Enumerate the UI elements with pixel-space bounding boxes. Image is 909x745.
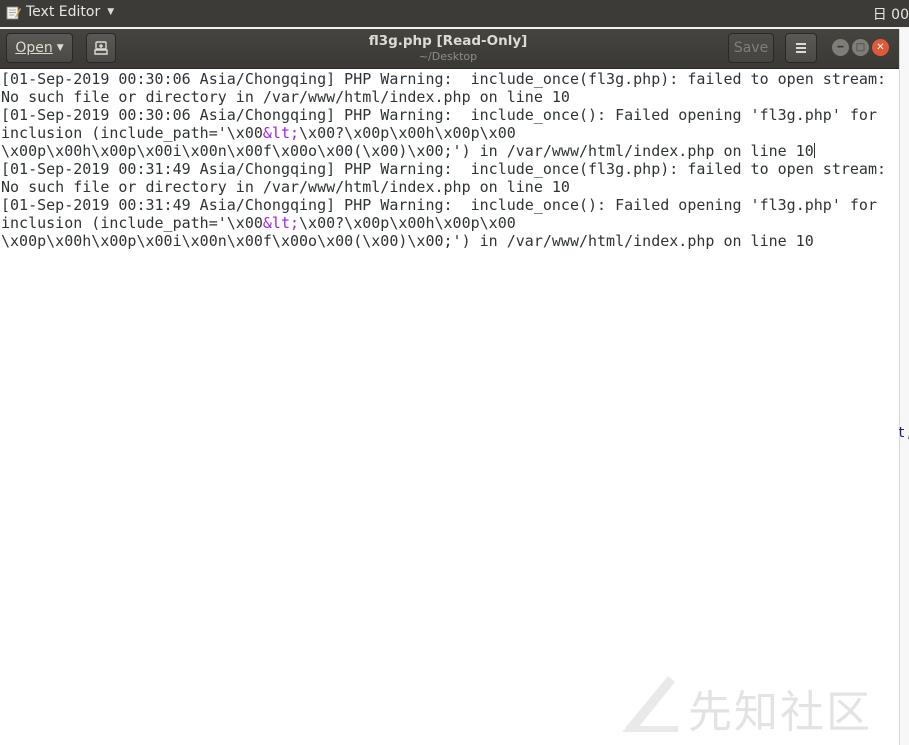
- text-line: \x00p\x00h\x00p\x00i\x00n\x00f\x00o\x00(…: [1, 142, 815, 160]
- background-window-edge: t,: [897, 29, 909, 745]
- watermark-logo-icon: [622, 676, 678, 732]
- clock[interactable]: 日 00: [873, 4, 909, 24]
- editor-text-area[interactable]: [01-Sep-2019 00:30:06 Asia/Chongqing] PH…: [0, 69, 899, 745]
- save-button[interactable]: Save: [728, 33, 774, 63]
- chevron-down-icon: ▼: [107, 7, 115, 17]
- window-title-block: fl3g.php [Read-Only] ~/Desktop: [348, 32, 548, 64]
- open-button[interactable]: Open ▼: [6, 33, 73, 63]
- highlighted-entity: &lt;: [262, 214, 300, 232]
- menu-button[interactable]: [785, 33, 817, 63]
- app-name-label: Text Editor: [26, 4, 101, 20]
- window-title: fl3g.php [Read-Only]: [368, 33, 528, 49]
- text-line: inclusion (include_path='\x00&lt;\x00?\x…: [1, 214, 516, 232]
- text-line: [01-Sep-2019 00:31:49 Asia/Chongqing] PH…: [1, 160, 887, 178]
- text-line: \x00p\x00h\x00p\x00i\x00n\x00f\x00o\x00(…: [1, 232, 814, 250]
- text-line: [01-Sep-2019 00:31:49 Asia/Chongqing] PH…: [1, 196, 877, 214]
- top-panel: Text Editor ▼ 日 00: [0, 0, 909, 27]
- chevron-down-icon: ▼: [56, 43, 64, 53]
- text-editor-app-icon: [6, 6, 21, 19]
- app-menu[interactable]: Text Editor ▼: [6, 4, 114, 20]
- text-segment: inclusion (include_path='\x00: [1, 124, 263, 142]
- header-bar: Open ▼ fl3g.php [Read-Only] ~/Desktop Sa…: [0, 29, 899, 69]
- text-line: No such file or directory in /var/www/ht…: [1, 88, 570, 106]
- maximize-icon[interactable]: □: [852, 39, 869, 56]
- text-cursor: [813, 143, 815, 158]
- text-line: [01-Sep-2019 00:30:06 Asia/Chongqing] PH…: [1, 70, 887, 88]
- minimize-icon[interactable]: ━: [832, 39, 849, 56]
- text-segment: inclusion (include_path='\x00: [1, 214, 263, 232]
- text-segment: \x00?\x00p\x00h\x00p\x00: [299, 214, 516, 232]
- close-icon[interactable]: ✕: [872, 39, 889, 56]
- new-document-button[interactable]: [86, 33, 116, 63]
- open-button-label: Open: [15, 40, 53, 56]
- window-subtitle: ~/Desktop: [418, 50, 478, 63]
- watermark: 先知社区: [620, 668, 890, 738]
- pin-document-icon: [94, 41, 108, 55]
- text-line: [01-Sep-2019 00:30:06 Asia/Chongqing] PH…: [1, 106, 877, 124]
- text-line: No such file or directory in /var/www/ht…: [1, 178, 570, 196]
- text-segment: \x00p\x00h\x00p\x00i\x00n\x00f\x00o\x00(…: [1, 142, 814, 160]
- highlighted-entity: &lt;: [262, 124, 300, 142]
- text-line: inclusion (include_path='\x00&lt;\x00?\x…: [1, 124, 516, 142]
- hamburger-menu-icon: [796, 43, 806, 53]
- watermark-text: 先知社区: [688, 687, 872, 738]
- text-segment: \x00?\x00p\x00h\x00p\x00: [299, 124, 516, 142]
